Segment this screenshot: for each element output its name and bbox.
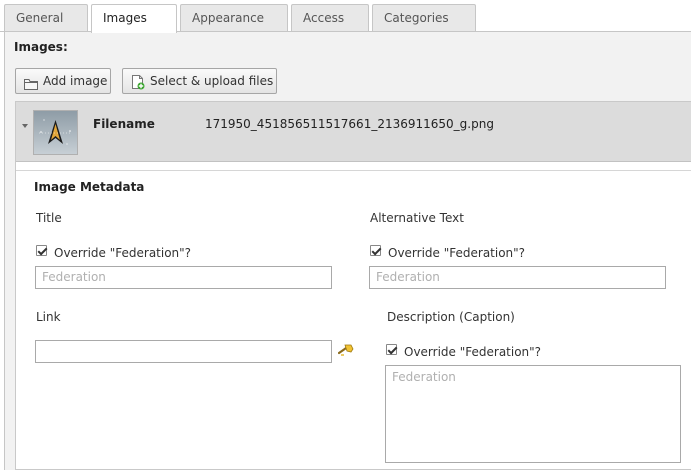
upload-file-icon <box>131 74 145 98</box>
image-metadata-title: Image Metadata <box>34 180 145 194</box>
tab-images[interactable]: Images <box>91 4 177 33</box>
add-image-label: Add image <box>43 74 108 88</box>
alt-text-override-checkbox[interactable] <box>370 245 381 256</box>
upload-files-label: Select & upload files <box>150 74 274 88</box>
tab-bar: General Images Appearance Access Categor… <box>0 0 691 33</box>
link-input[interactable] <box>35 340 332 363</box>
alt-text-input[interactable]: Federation <box>369 266 666 289</box>
filename-label: Filename <box>93 117 155 131</box>
tab-categories[interactable]: Categories <box>372 4 476 32</box>
image-record-header[interactable]: Filename 171950_451856511517661_21369116… <box>16 102 691 162</box>
tab-general[interactable]: General <box>4 4 88 32</box>
title-input[interactable]: Federation <box>35 266 332 289</box>
title-override-label: Override "Federation"? <box>54 246 192 260</box>
image-thumbnail[interactable] <box>33 110 78 155</box>
title-label: Title <box>36 211 62 225</box>
alt-text-label: Alternative Text <box>370 211 464 225</box>
filename-value: 171950_451856511517661_2136911650_g.png <box>205 117 494 131</box>
upload-files-button[interactable]: Select & upload files <box>122 68 277 94</box>
description-label: Description (Caption) <box>387 310 515 324</box>
alt-text-override-label: Override "Federation"? <box>388 246 526 260</box>
tab-access[interactable]: Access <box>291 4 369 32</box>
description-override-label: Override "Federation"? <box>404 345 542 359</box>
collapse-caret-icon[interactable] <box>22 124 28 128</box>
starfleet-emblem-icon <box>34 111 77 154</box>
folder-icon <box>24 74 38 98</box>
description-override-checkbox[interactable] <box>386 344 397 355</box>
title-override-checkbox[interactable] <box>36 245 47 256</box>
link-label: Link <box>36 310 61 324</box>
tab-appearance[interactable]: Appearance <box>180 4 288 32</box>
images-section-title: Images: <box>14 40 68 54</box>
link-wizard-icon[interactable] <box>337 343 354 360</box>
add-image-button[interactable]: Add image <box>15 68 111 94</box>
description-textarea[interactable]: Federation <box>385 365 681 463</box>
